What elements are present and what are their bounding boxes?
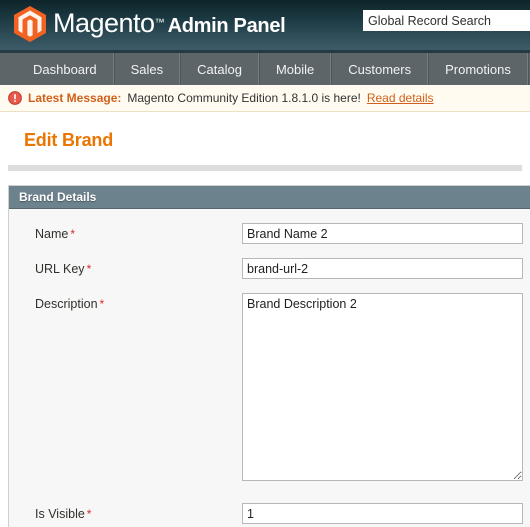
field-row-name: Name *	[9, 223, 530, 244]
label-name-text: Name	[35, 227, 69, 241]
nav-item-promotions[interactable]: Promotions	[428, 53, 528, 85]
global-record-search-input[interactable]	[363, 10, 530, 31]
label-is-visible: Is Visible *	[35, 503, 242, 521]
name-input[interactable]	[242, 223, 523, 244]
fieldset-header: Brand Details	[9, 186, 530, 209]
latest-message-bar: Latest Message: Magento Community Editio…	[0, 85, 530, 112]
field-row-description: Description * Brand Description 2	[9, 293, 530, 481]
nav-item-dashboard[interactable]: Dashboard	[17, 53, 114, 85]
logo-word: Magento	[53, 7, 155, 38]
is-visible-input[interactable]	[242, 503, 523, 524]
nav-item-catalog[interactable]: Catalog	[180, 53, 259, 85]
nav-item-customers[interactable]: Customers	[331, 53, 429, 85]
message-text: Magento Community Edition 1.8.1.0 is her…	[127, 90, 361, 105]
message-label: Latest Message:	[28, 90, 122, 105]
label-url-key-text: URL Key	[35, 262, 85, 276]
magento-logo[interactable]: Magento™ Admin Panel	[14, 6, 286, 42]
control-url-key	[242, 258, 530, 279]
page-header: Edit Brand	[0, 112, 530, 161]
control-is-visible	[242, 503, 530, 524]
label-description: Description *	[35, 293, 242, 311]
logo-subtitle: Admin Panel	[167, 14, 286, 37]
description-textarea[interactable]: Brand Description 2	[242, 293, 523, 481]
label-description-text: Description	[35, 297, 98, 311]
field-row-is-visible: Is Visible *	[9, 503, 530, 524]
control-name	[242, 223, 530, 244]
read-details-link[interactable]: Read details	[367, 91, 434, 105]
nav-item-sales[interactable]: Sales	[113, 53, 181, 85]
control-description: Brand Description 2	[242, 293, 530, 481]
url-key-input[interactable]	[242, 258, 523, 279]
label-name: Name *	[35, 223, 242, 241]
main-navigation: Dashboard Sales Catalog Mobile Customers…	[0, 50, 530, 85]
logo-trademark: ™	[154, 17, 165, 29]
required-asterisk: *	[86, 262, 92, 276]
label-url-key: URL Key *	[35, 258, 242, 276]
label-is-visible-text: Is Visible	[35, 507, 85, 521]
required-asterisk: *	[86, 507, 92, 521]
required-asterisk: *	[70, 227, 76, 241]
page-title: Edit Brand	[24, 130, 114, 150]
title-divider	[8, 165, 522, 171]
nav-item-mobile[interactable]: Mobile	[258, 53, 332, 85]
logo-wordmark: Magento™ Admin Panel	[53, 7, 286, 39]
brand-details-fieldset: Brand Details Name* URL Key*	[8, 185, 530, 527]
content-area: Edit Brand Brand Details Name* URL Key*	[0, 112, 530, 527]
alert-circle-icon	[8, 90, 22, 105]
required-asterisk: *	[99, 297, 105, 311]
field-row-url-key: URL Key *	[9, 258, 530, 279]
fieldset-body: Name* URL Key* Description*	[9, 209, 530, 527]
magento-hexagon-logo-icon	[14, 6, 46, 42]
admin-header: Magento™ Admin Panel	[0, 0, 530, 50]
fieldset-title: Brand Details	[19, 190, 97, 204]
